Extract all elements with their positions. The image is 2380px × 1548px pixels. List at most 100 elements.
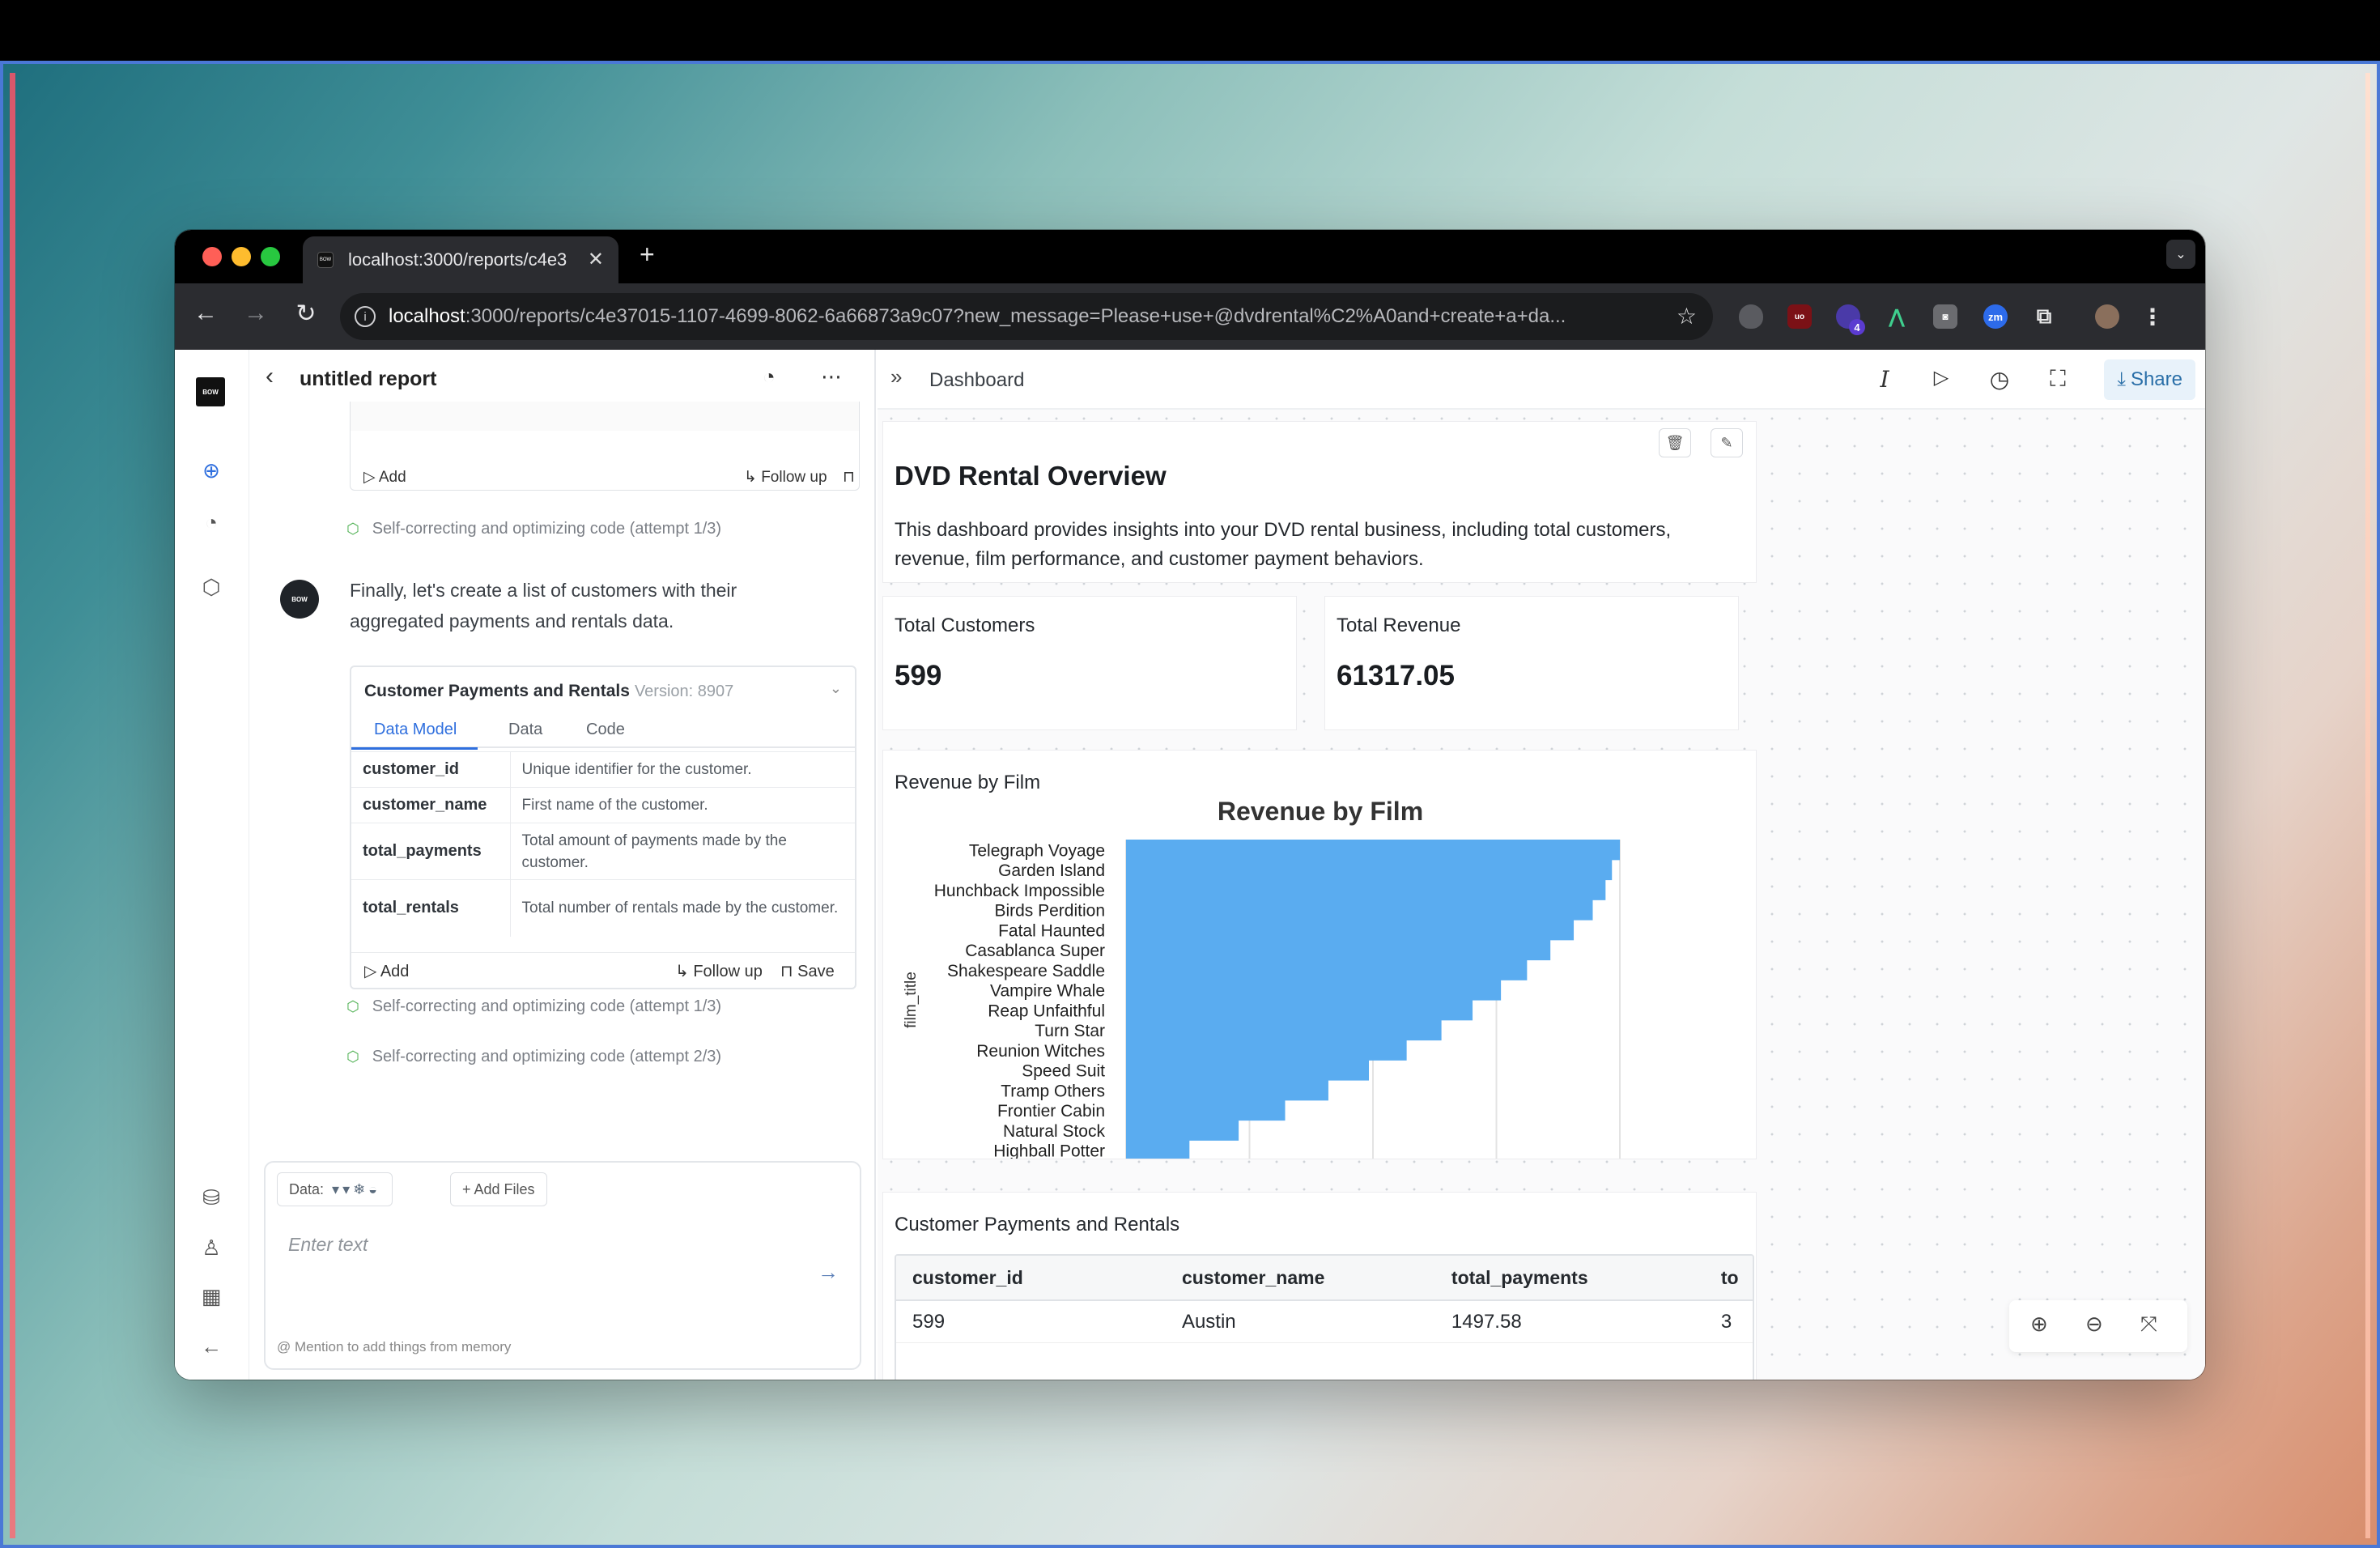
column-header[interactable]: customer_name — [1166, 1267, 1435, 1289]
save-button[interactable]: ⊓ Save — [780, 961, 835, 981]
new-tab-icon[interactable]: + — [640, 240, 655, 270]
chat-panel: ‹ untitled report ◔ ⋯ ▷ Add ↳ Follow up … — [249, 350, 876, 1380]
user-icon[interactable]: ♙ — [198, 1234, 225, 1261]
history-clock-icon[interactable]: ◷ — [1985, 366, 2014, 393]
reports-chart-icon[interactable]: ◔ — [198, 508, 225, 536]
dashboard-header: » Dashboard I ▷ ◷ ⛶ ⤓ Share — [878, 350, 2205, 410]
ublock-extension-icon[interactable]: uo — [1787, 304, 1812, 329]
tab-data-model[interactable]: Data Model — [351, 721, 478, 750]
address-bar[interactable]: i localhost:3000/reports/c4e37015-1107-4… — [340, 293, 1713, 340]
y-tick-label: Fatal Haunted — [998, 921, 1105, 940]
bookmark-icon[interactable]: ⊓ — [843, 468, 855, 487]
data-label: Data: — [289, 1180, 325, 1197]
data-model-header[interactable]: Customer Payments and Rentals Version: 89… — [364, 682, 733, 701]
fullscreen-icon[interactable]: ⛶ — [2043, 366, 2072, 393]
status-text: Self-correcting and optimizing code (att… — [372, 1048, 722, 1065]
column-header[interactable]: total_payments — [1435, 1267, 1705, 1289]
report-title[interactable]: untitled report — [300, 368, 436, 391]
maximize-window-button[interactable] — [261, 247, 280, 266]
chart-bar — [1126, 1140, 1190, 1159]
table-panel-title: Customer Payments and Rentals — [895, 1214, 1180, 1235]
browser-tab-active[interactable]: BOW localhost:3000/reports/c4e3 ✕ — [303, 236, 618, 283]
y-tick-label: Speed Suit — [1022, 1062, 1105, 1081]
site-info-icon[interactable]: i — [355, 306, 376, 327]
chevron-left-icon[interactable]: ‹ — [266, 363, 274, 390]
vue-extension-icon[interactable]: ⋀ — [1885, 304, 1909, 329]
chart-bar — [1126, 939, 1551, 961]
y-tick-label: Reap Unfaithful — [988, 1002, 1105, 1020]
app-logo[interactable]: BOW — [196, 377, 225, 406]
close-tab-icon[interactable]: ✕ — [588, 248, 604, 271]
add-button[interactable]: ▷ Add — [363, 468, 406, 487]
text-cursor-icon[interactable]: I — [1870, 366, 1899, 393]
minimize-window-button[interactable] — [232, 247, 251, 266]
forward-arrow-icon[interactable]: → — [240, 300, 272, 327]
close-window-button[interactable] — [202, 247, 222, 266]
back-arrow-icon[interactable]: ← — [189, 300, 222, 327]
add-button[interactable]: ▷ Add — [364, 961, 409, 981]
assistant-avatar: BOW — [280, 580, 319, 619]
hexagon-icon: ⬡ — [346, 998, 359, 1014]
field-name: total_payments — [351, 823, 511, 880]
zoom-extension-icon[interactable]: zm — [1983, 304, 2008, 329]
chart-bar — [1126, 879, 1606, 900]
new-report-plus-icon[interactable]: ⊕ — [198, 457, 225, 484]
database-icon[interactable]: ⛁ — [198, 1184, 225, 1211]
add-files-button[interactable]: + Add Files — [450, 1172, 547, 1206]
chevron-down-icon[interactable]: ⌄ — [830, 680, 842, 697]
kpi-card-total-revenue: Total Revenue 61317.05 — [1324, 596, 1739, 730]
organization-building-icon[interactable]: ▦ — [198, 1282, 225, 1310]
tab-title: localhost:3000/reports/c4e3 — [348, 249, 567, 270]
data-model-table: customer_id Unique identifier for the cus… — [351, 751, 855, 937]
message-input[interactable]: Enter text — [288, 1234, 368, 1256]
tab-data[interactable]: Data — [508, 721, 542, 739]
field-description: First name of the customer. — [510, 787, 855, 823]
collapse-arrow-icon[interactable]: ← — [198, 1333, 225, 1360]
add-label: Add — [378, 469, 406, 486]
customer-table: customer_id customer_name total_payments… — [895, 1254, 1754, 1380]
extensions-puzzle-icon[interactable]: ⧉ — [2032, 304, 2056, 329]
reload-icon[interactable]: ↻ — [290, 300, 322, 328]
browser-menu-icon[interactable]: ⋮ — [2140, 304, 2165, 330]
share-button[interactable]: ⤓ Share — [2104, 359, 2195, 400]
more-options-icon[interactable]: ⋯ — [821, 364, 842, 389]
chart-pie-icon[interactable]: ◔ — [763, 364, 776, 389]
shield-extension-icon[interactable] — [1739, 304, 1763, 329]
hexagon-icon: ⬡ — [346, 1048, 359, 1065]
table-row: total_rentals Total number of rentals mad… — [351, 879, 855, 937]
extension-badge-icon[interactable]: 4 — [1836, 304, 1865, 335]
send-arrow-icon[interactable]: → — [818, 1260, 839, 1285]
kpi-label: Total Customers — [895, 615, 1035, 636]
data-sources-chip[interactable]: Data: ▾▾❄◒ — [277, 1172, 393, 1206]
overview-description: This dashboard provides insights into yo… — [895, 519, 1672, 570]
edit-pencil-icon[interactable]: ✎ — [1711, 428, 1743, 457]
chart-bar — [1126, 980, 1502, 1001]
follow-up-button[interactable]: ↳ Follow up — [744, 468, 827, 487]
column-header[interactable]: customer_id — [896, 1267, 1166, 1289]
play-icon[interactable]: ▷ — [1927, 366, 1956, 389]
profile-avatar-icon[interactable] — [2095, 304, 2119, 329]
trash-icon[interactable]: 🗑 — [1659, 428, 1691, 457]
fit-view-icon[interactable]: ⤧ — [2140, 1312, 2157, 1337]
y-tick-label: Shakespeare Saddle — [947, 962, 1105, 980]
zoom-out-icon[interactable]: ⊖ — [2085, 1312, 2103, 1337]
camera-extension-icon[interactable]: ◙ — [1933, 304, 1957, 329]
status-line: ⬡ Self-correcting and optimizing code (at… — [346, 1048, 721, 1066]
bookmark-star-icon[interactable]: ☆ — [1677, 303, 1697, 330]
zoom-in-icon[interactable]: ⊕ — [2030, 1312, 2048, 1337]
models-cube-icon[interactable]: ⬡ — [198, 573, 225, 601]
follow-up-button[interactable]: ↳ Follow up — [675, 961, 763, 981]
status-text: Self-correcting and optimizing code (att… — [372, 997, 722, 1015]
data-model-version: Version: 8907 — [634, 683, 734, 700]
tab-search-chevron-icon[interactable]: ⌄ — [2166, 240, 2195, 269]
tab-code[interactable]: Code — [586, 721, 625, 739]
chart-bar — [1126, 1099, 1286, 1121]
status-line: ⬡ Self-correcting and optimizing code (at… — [346, 520, 721, 538]
y-tick-label: Vampire Whale — [990, 982, 1105, 1001]
expand-chevrons-icon[interactable]: » — [890, 364, 902, 389]
table-cell: 3 — [1720, 1310, 1732, 1333]
column-header[interactable]: to — [1705, 1267, 1753, 1289]
follow-up-label: Follow up — [761, 469, 827, 486]
assistant-message: Finally, let's create a list of customer… — [350, 580, 737, 632]
chat-header: ‹ untitled report ◔ ⋯ — [249, 350, 874, 410]
